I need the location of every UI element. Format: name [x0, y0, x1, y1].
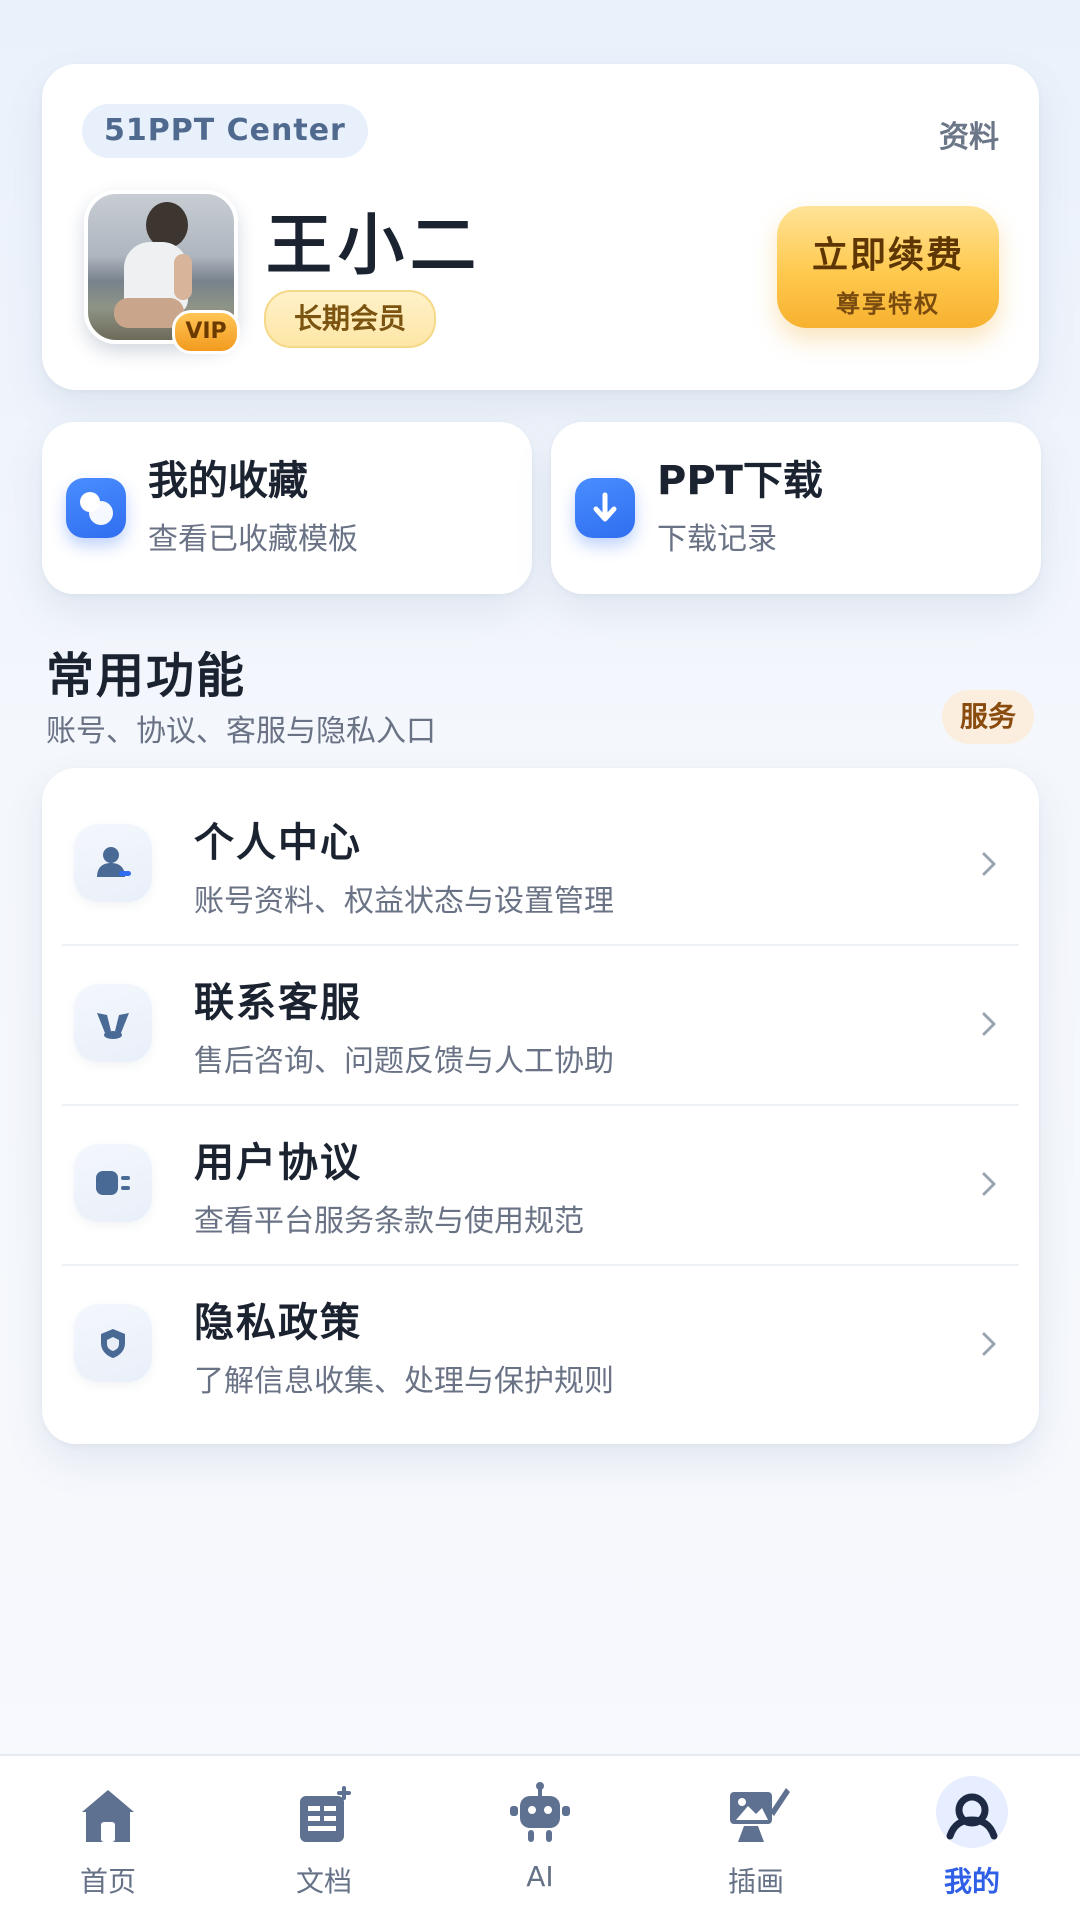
- nav-label: 文档: [295, 1865, 352, 1898]
- renew-button[interactable]: 立即续费 尊享特权: [777, 206, 999, 328]
- nav-illustration[interactable]: 插画: [648, 1756, 864, 1922]
- nav-ai[interactable]: AI: [432, 1756, 648, 1922]
- nav-label: AI: [526, 1860, 554, 1893]
- quick-downloads-card[interactable]: PPT下载 下载记录: [551, 422, 1041, 594]
- renew-button-label: 立即续费: [811, 235, 964, 276]
- menu-item-subtitle: 查看平台服务条款与使用规范: [194, 1204, 584, 1239]
- document-icon: [300, 1786, 351, 1842]
- member-level-badge: 长期会员: [264, 290, 437, 348]
- chevron-right-icon: [982, 852, 996, 876]
- section-subtitle: 账号、协议、客服与隐私入口: [46, 714, 436, 749]
- menu-item-customer-service[interactable]: 联系客服 售后咨询、问题反馈与人工协助: [62, 946, 1019, 1102]
- brand-pill: 51PPT Center: [82, 104, 368, 158]
- user-name: 王小二: [266, 207, 482, 284]
- home-icon: [82, 1790, 134, 1842]
- profile-link[interactable]: 资料: [939, 112, 999, 156]
- menu-item-title: 用户协议: [194, 1140, 362, 1186]
- quick-downloads-title: PPT下载: [657, 458, 823, 504]
- section-title: 常用功能: [46, 648, 247, 704]
- nav-documents[interactable]: 文档: [216, 1756, 432, 1922]
- profile-icon: [946, 1793, 998, 1840]
- quick-favorites-title: 我的收藏: [148, 458, 308, 504]
- bottom-nav: 首页 文档 AI 插画 我的: [0, 1754, 1080, 1922]
- quick-favorites-subtitle: 查看已收藏模板: [148, 522, 358, 557]
- download-icon: [575, 478, 635, 538]
- profile-card: 51PPT Center 资料 VIP 王小二 长期会员 立即续费 尊享特权: [42, 64, 1039, 390]
- menu-item-title: 联系客服: [194, 980, 362, 1026]
- menu-item-personal-center[interactable]: 个人中心 账号资料、权益状态与设置管理: [62, 786, 1019, 942]
- quick-downloads-subtitle: 下载记录: [657, 522, 777, 557]
- illustration-icon: [730, 1788, 790, 1842]
- chevron-right-icon: [982, 1012, 996, 1036]
- menu-item-privacy-policy[interactable]: 隐私政策 了解信息收集、处理与保护规则: [62, 1266, 1019, 1422]
- menu-item-subtitle: 了解信息收集、处理与保护规则: [194, 1364, 614, 1399]
- chevron-right-icon: [982, 1172, 996, 1196]
- shield-icon: [74, 1304, 152, 1382]
- agreement-icon: [74, 1144, 152, 1222]
- avatar[interactable]: VIP: [84, 190, 240, 354]
- nav-home[interactable]: 首页: [0, 1756, 216, 1922]
- quick-favorites-card[interactable]: 我的收藏 查看已收藏模板: [42, 422, 532, 594]
- user-icon: [74, 824, 152, 902]
- menu-item-subtitle: 账号资料、权益状态与设置管理: [194, 884, 614, 919]
- menu-item-title: 个人中心: [194, 820, 362, 866]
- renew-button-sublabel: 尊享特权: [836, 290, 940, 318]
- vip-badge: VIP: [172, 310, 240, 354]
- menu-item-user-agreement[interactable]: 用户协议 查看平台服务条款与使用规范: [62, 1106, 1019, 1262]
- customer-service-icon: [74, 984, 152, 1062]
- nav-label: 首页: [79, 1865, 136, 1898]
- nav-label: 插画: [727, 1865, 784, 1898]
- robot-icon: [510, 1782, 570, 1842]
- menu-card: 个人中心 账号资料、权益状态与设置管理 联系客服 售后咨询、问题反馈与人工协助: [42, 768, 1039, 1444]
- favorites-icon: [66, 478, 126, 538]
- nav-profile[interactable]: 我的: [864, 1756, 1080, 1922]
- chevron-right-icon: [982, 1332, 996, 1356]
- nav-label: 我的: [943, 1865, 1000, 1898]
- menu-item-title: 隐私政策: [194, 1300, 362, 1346]
- menu-item-subtitle: 售后咨询、问题反馈与人工协助: [194, 1044, 614, 1079]
- service-tag: 服务: [941, 690, 1034, 744]
